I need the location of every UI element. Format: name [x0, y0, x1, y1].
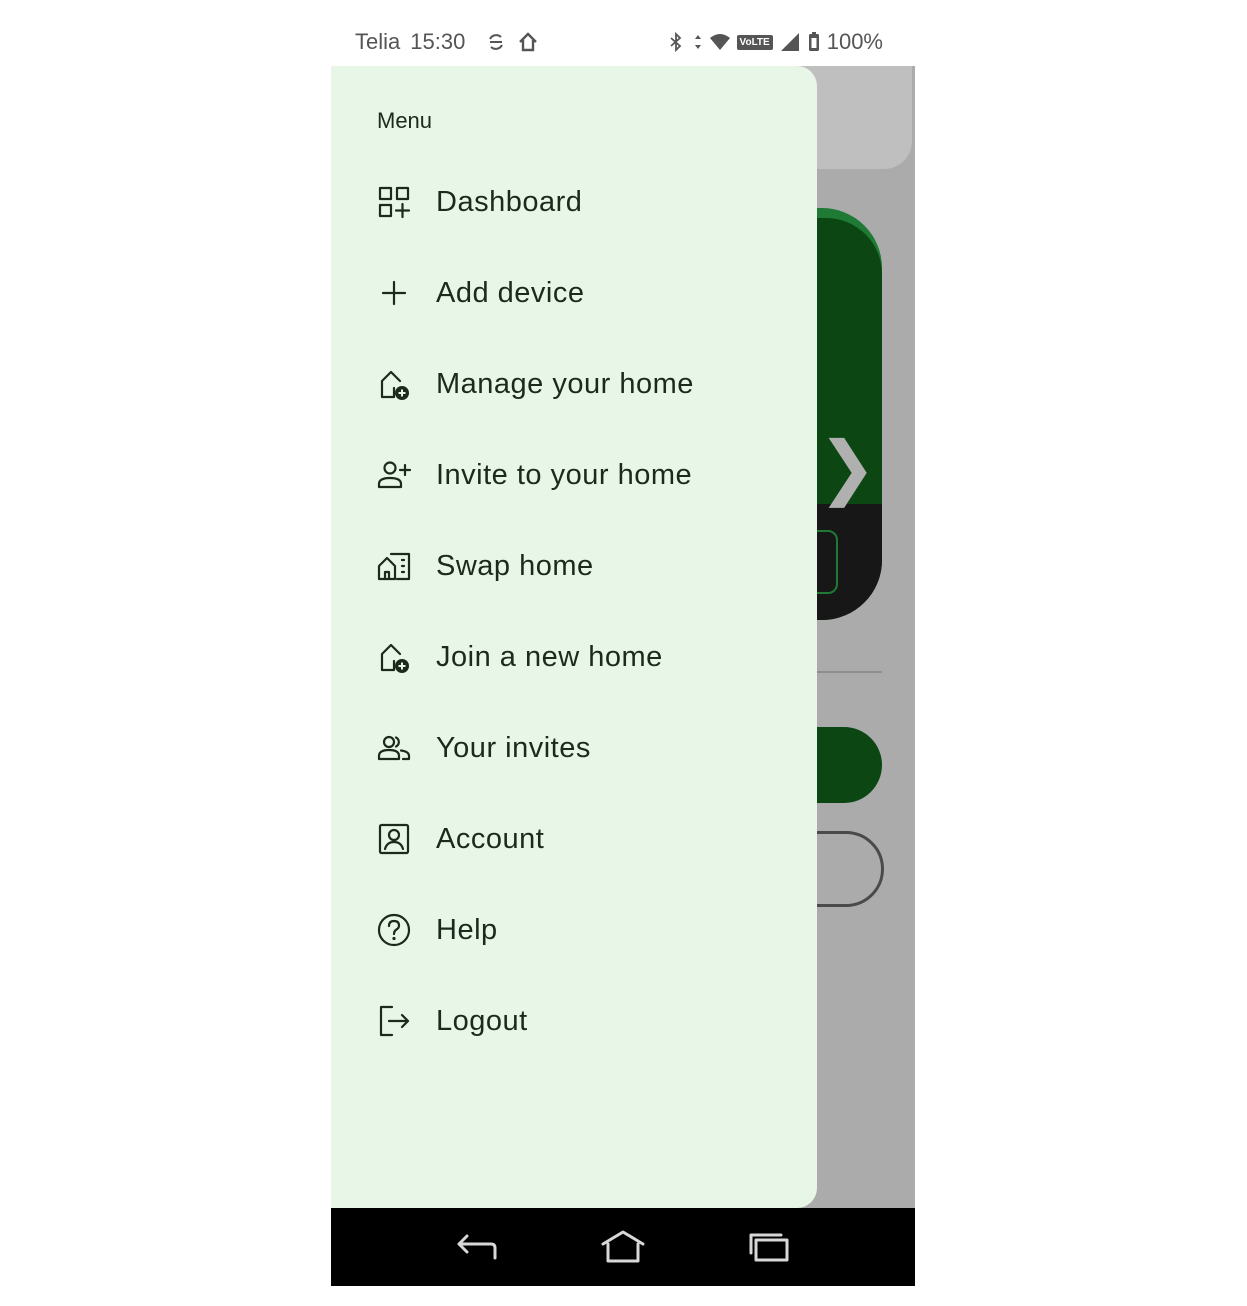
menu-item-label: Dashboard	[436, 185, 583, 218]
bluetooth-icon	[665, 31, 687, 53]
menu-item-help[interactable]: Help	[331, 890, 817, 970]
plus-icon	[375, 274, 413, 312]
menu-item-label: Join a new home	[436, 640, 663, 673]
signal-icon	[779, 31, 801, 53]
recents-button[interactable]	[747, 1228, 791, 1266]
clock: 15:30	[410, 29, 466, 54]
menu-item-join-home[interactable]: Join a new home	[331, 617, 817, 697]
home-icon	[601, 1230, 645, 1263]
app-screen: ❯ Menu Dashboard Add device Manage your …	[331, 66, 915, 1208]
sync-icon	[485, 31, 507, 53]
logout-icon	[375, 1002, 413, 1040]
volte-badge: VoLTE	[736, 34, 773, 50]
chevron-right-icon: ❯	[818, 426, 877, 508]
menu-item-logout[interactable]: Logout	[331, 981, 817, 1061]
menu-item-invite[interactable]: Invite to your home	[331, 435, 817, 515]
menu-item-label: Account	[436, 822, 545, 855]
menu-item-account[interactable]: Account	[331, 799, 817, 879]
menu-item-label: Invite to your home	[436, 458, 693, 491]
people-icon	[375, 729, 413, 767]
recents-icon	[749, 1233, 789, 1262]
system-nav-bar	[331, 1208, 915, 1286]
navigation-drawer: Menu Dashboard Add device Manage your ho…	[331, 66, 817, 1208]
home-icon	[517, 31, 539, 53]
dashboard-icon	[375, 183, 413, 221]
help-icon	[375, 911, 413, 949]
menu-item-label: Logout	[436, 1004, 528, 1037]
home-add-icon	[375, 365, 413, 403]
menu-item-label: Your invites	[436, 731, 591, 764]
back-button[interactable]	[455, 1228, 499, 1266]
menu-item-swap-home[interactable]: Swap home	[331, 526, 817, 606]
menu-item-add-device[interactable]: Add device	[331, 253, 817, 333]
home-add-icon	[375, 638, 413, 676]
back-icon	[457, 1234, 497, 1260]
drawer-title: Menu	[377, 108, 433, 133]
menu-item-label: Help	[436, 913, 498, 946]
status-bar: Telia 15:30 VoLTE 100%	[331, 20, 915, 64]
wifi-icon	[709, 31, 731, 53]
account-box-icon	[375, 820, 413, 858]
menu-item-your-invites[interactable]: Your invites	[331, 708, 817, 788]
data-arrows-icon	[693, 31, 703, 53]
menu-item-manage-home[interactable]: Manage your home	[331, 344, 817, 424]
battery-percent: 100%	[826, 29, 883, 54]
menu-item-label: Manage your home	[436, 367, 694, 400]
person-add-icon	[375, 456, 413, 494]
menu-item-dashboard[interactable]: Dashboard	[331, 162, 817, 242]
home-button[interactable]	[601, 1228, 645, 1266]
battery-icon	[807, 31, 821, 53]
menu-item-label: Add device	[436, 276, 585, 309]
menu-item-label: Swap home	[436, 549, 594, 582]
home-swap-icon	[375, 547, 413, 585]
carrier-name: Telia	[355, 29, 401, 54]
